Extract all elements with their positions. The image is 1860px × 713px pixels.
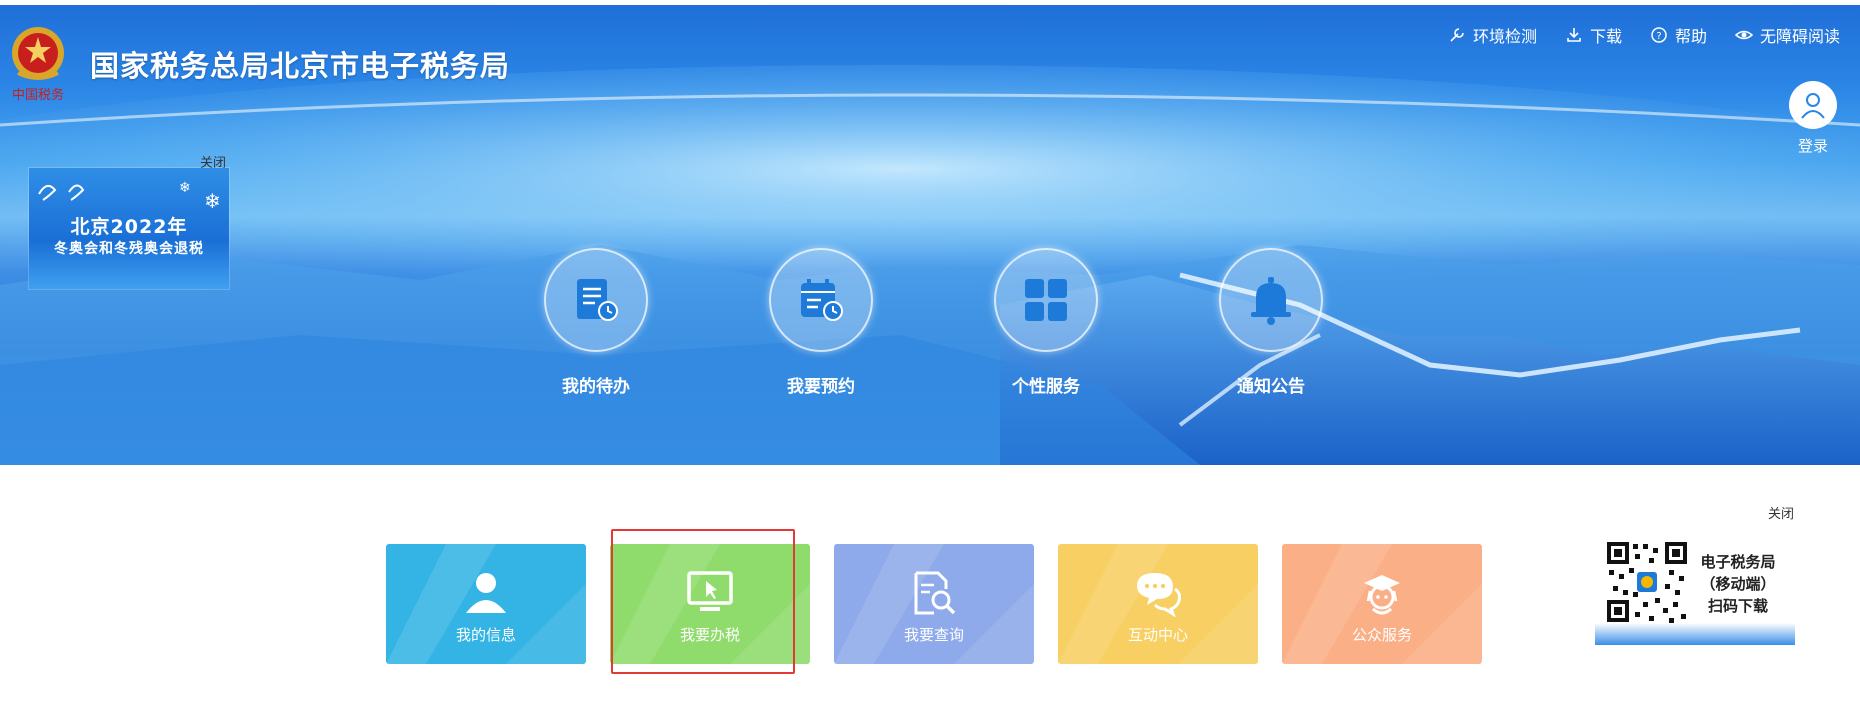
eye-icon: [1734, 30, 1753, 40]
qr-text-line2: （移动端）: [1700, 575, 1776, 593]
feature-personal-service-label: 个性服务: [1012, 377, 1080, 397]
document-search-icon: [914, 571, 956, 615]
tile-icon-wrap: [610, 569, 810, 617]
feature-my-todo[interactable]: 我的待办: [541, 248, 651, 397]
help-icon: ?: [1651, 27, 1667, 43]
tile-interaction-center[interactable]: 互动中心: [1058, 544, 1258, 664]
olympic-banner[interactable]: ❄ ❄ 北京2022年 冬奥会和冬残奥会退税: [29, 168, 229, 289]
download-label: 下载: [1589, 27, 1622, 46]
user-icon: [466, 573, 506, 613]
feature-ring: [544, 248, 648, 352]
feature-notices-label: 通知公告: [1237, 377, 1305, 397]
tile-icon-wrap: [834, 569, 1034, 617]
tile-icon-wrap: [1058, 569, 1258, 617]
qr-text-line1: 电子税务局: [1700, 553, 1776, 571]
olympic-banner-line1: 北京2022年: [70, 216, 188, 238]
feature-appointment-label: 我要预约: [787, 377, 855, 397]
feature-appointment[interactable]: 我要预约: [766, 248, 876, 397]
svg-text:❄: ❄: [204, 189, 221, 212]
tile-my-info-label: 我的信息: [455, 626, 516, 644]
qr-panel-close[interactable]: 关闭: [1768, 503, 1794, 522]
service-agent-icon: [1364, 575, 1400, 615]
svg-text:?: ?: [1656, 31, 1661, 42]
tile-icon-wrap: [1282, 569, 1482, 617]
login-label: 登录: [1797, 137, 1828, 155]
svg-text:中国税务: 中国税务: [12, 87, 64, 103]
olympic-banner-line2: 冬奥会和冬残奥会退税: [54, 241, 204, 257]
chat-bubbles-icon: [1137, 573, 1181, 617]
feature-ring: [994, 248, 1098, 352]
download-link[interactable]: 下载: [1565, 23, 1622, 47]
tile-public-service-label: 公众服务: [1351, 626, 1412, 644]
wrench-icon: [1450, 28, 1464, 42]
help-label: 帮助: [1674, 27, 1707, 46]
tile-icon-wrap: [386, 569, 586, 617]
download-icon: [1567, 28, 1581, 42]
feature-ring: [769, 248, 873, 352]
tile-interaction-center-label: 互动中心: [1127, 626, 1188, 644]
calendar-clock-icon: [801, 279, 843, 321]
tile-query-label: 我要查询: [903, 626, 964, 644]
env-check-link[interactable]: 环境检测: [1448, 23, 1537, 47]
accessibility-link[interactable]: 无障碍阅读: [1734, 23, 1840, 47]
tile-my-info[interactable]: 我的信息: [386, 544, 586, 664]
user-avatar-icon: [1789, 81, 1837, 129]
tile-handle-tax-label: 我要办税: [679, 626, 740, 644]
svg-text:❄: ❄: [179, 180, 191, 196]
hero-banner: 中国税务 国家税务总局北京市电子税务局 环境检测 下载 ? 帮助 无障碍阅读 登…: [0, 5, 1860, 465]
olympic-emblems-icon: ❄ ❄: [38, 180, 221, 212]
qr-code-icon: [1605, 540, 1689, 624]
tile-handle-tax[interactable]: 我要办税: [610, 544, 810, 664]
todo-document-icon: [577, 279, 618, 321]
feature-my-todo-label: 我的待办: [562, 377, 630, 397]
tax-emblem-logo: 中国税务: [8, 23, 68, 105]
qr-download-panel[interactable]: 电子税务局 （移动端） 扫码下载: [1595, 535, 1795, 645]
feature-notices[interactable]: 通知公告: [1216, 248, 1326, 397]
bell-icon: [1251, 277, 1291, 325]
site-title: 国家税务总局北京市电子税务局: [90, 49, 511, 83]
accessibility-label: 无障碍阅读: [1759, 27, 1840, 46]
feature-ring: [1219, 248, 1323, 352]
env-check-label: 环境检测: [1472, 27, 1537, 46]
monitor-cursor-icon: [687, 571, 733, 611]
tile-public-service[interactable]: 公众服务: [1282, 544, 1482, 664]
grid-icon: [1025, 279, 1067, 321]
qr-text-line3: 扫码下载: [1707, 597, 1768, 615]
login-button[interactable]: 登录: [1788, 81, 1838, 156]
qr-panel-text: 电子税务局 （移动端） 扫码下载: [1683, 551, 1793, 617]
top-links: 环境检测 下载 ? 帮助 无障碍阅读: [1448, 23, 1840, 47]
feature-personal-service[interactable]: 个性服务: [991, 248, 1101, 397]
tile-query[interactable]: 我要查询: [834, 544, 1034, 664]
help-link[interactable]: ? 帮助: [1650, 23, 1707, 47]
